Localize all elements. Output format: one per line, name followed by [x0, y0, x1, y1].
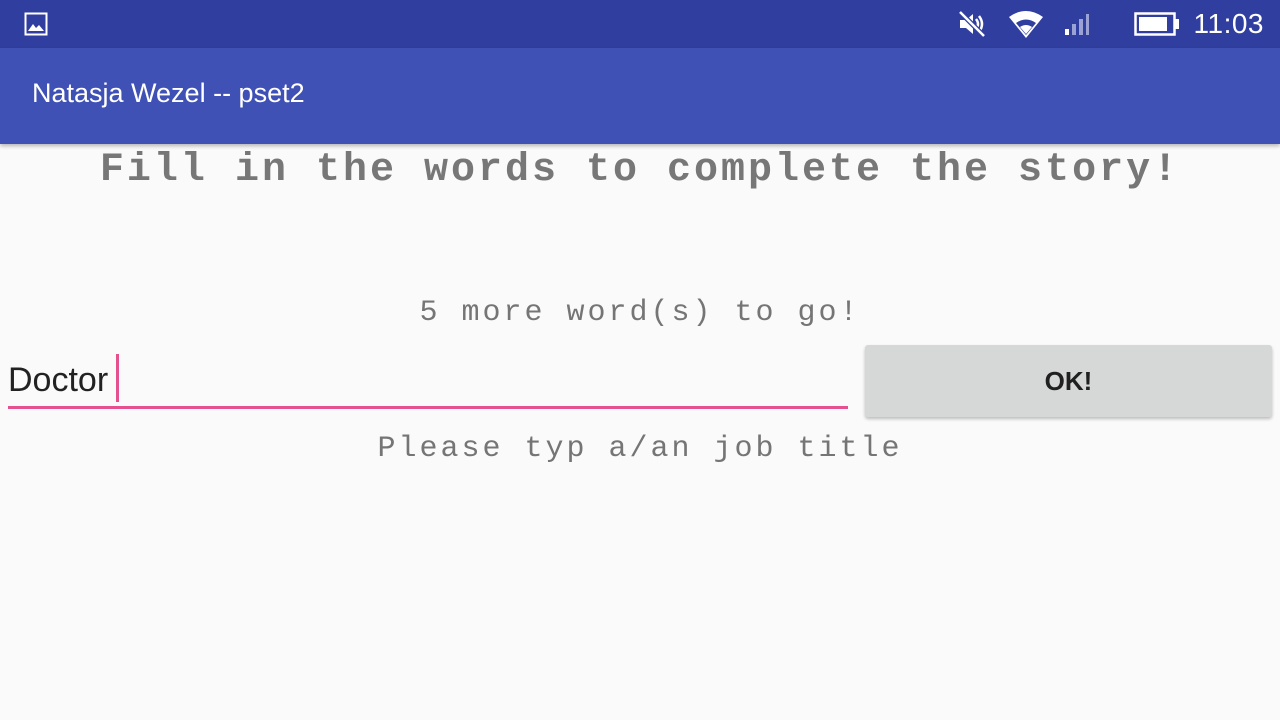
text-cursor	[116, 354, 119, 402]
battery-icon	[1133, 11, 1180, 37]
word-hint: Please typ a/an job title	[377, 432, 903, 466]
app-bar: Natasja Wezel -- pset2	[0, 48, 1280, 144]
words-remaining-counter: 5 more word(s) to go!	[419, 296, 861, 330]
wifi-icon	[1008, 9, 1044, 39]
mute-icon	[956, 8, 988, 40]
main-content: Fill in the words to complete the story!…	[0, 144, 1280, 720]
status-icons: 11:03	[956, 0, 1265, 48]
app-title: Natasja Wezel -- pset2	[32, 78, 305, 108]
headline: Fill in the words to complete the story!	[99, 148, 1181, 193]
signal-icon	[1064, 12, 1090, 36]
ok-button[interactable]: OK!	[865, 345, 1272, 417]
gallery-icon	[24, 12, 48, 36]
status-bar: 11:03	[0, 0, 1280, 48]
word-input[interactable]	[8, 354, 848, 409]
clock: 11:03	[1193, 8, 1264, 39]
